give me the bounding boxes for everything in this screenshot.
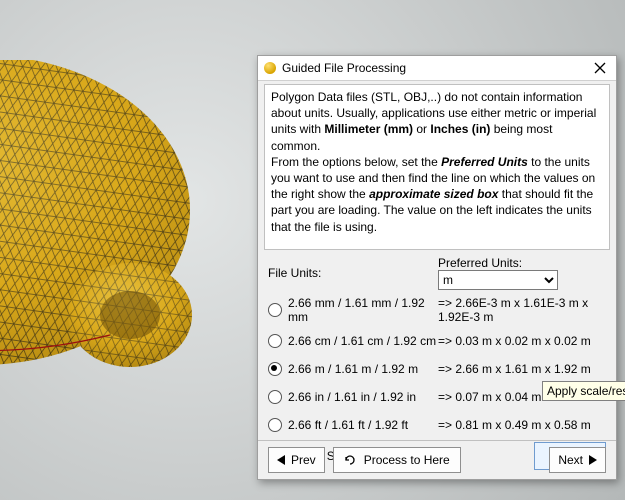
file-units-option-label: 2.66 in / 1.61 in / 1.92 in [288, 390, 416, 404]
file-units-option-4[interactable]: 2.66 ft / 1.61 ft / 1.92 ft [268, 414, 438, 436]
next-button[interactable]: Next [549, 447, 606, 473]
preferred-units-select[interactable]: m [438, 270, 558, 290]
file-units-option-1[interactable]: 2.66 cm / 1.61 cm / 1.92 cm [268, 330, 438, 352]
file-units-option-3[interactable]: 2.66 in / 1.61 in / 1.92 in [268, 386, 438, 408]
close-icon [594, 62, 606, 74]
units-form: File Units: Preferred Units: m 2.66 mm /… [258, 250, 616, 470]
radio-icon [268, 303, 282, 317]
wizard-footer: Prev Process to Here Next [258, 440, 616, 479]
preferred-units-label: Preferred Units: [438, 256, 522, 270]
file-units-option-2[interactable]: 2.66 m / 1.61 m / 1.92 m [268, 358, 438, 380]
close-button[interactable] [590, 62, 610, 74]
arrow-right-icon [589, 455, 597, 465]
instruction-text: Polygon Data files (STL, OBJ,..) do not … [264, 84, 610, 250]
converted-size-2: => 2.66 m x 1.61 m x 1.92 m [438, 362, 606, 376]
prev-button[interactable]: Prev [268, 447, 325, 473]
file-units-option-label: 2.66 mm / 1.61 mm / 1.92 mm [288, 296, 438, 324]
radio-icon [268, 418, 282, 432]
dialog-icon [264, 62, 276, 74]
converted-size-1: => 0.03 m x 0.02 m x 0.02 m [438, 334, 606, 348]
dialog-titlebar[interactable]: Guided File Processing [258, 56, 616, 81]
file-units-option-0[interactable]: 2.66 mm / 1.61 mm / 1.92 mm [268, 299, 438, 321]
radio-icon [268, 362, 282, 376]
converted-size-4: => 0.81 m x 0.49 m x 0.58 m [438, 418, 606, 432]
arrow-left-icon [277, 455, 285, 465]
radio-icon [268, 334, 282, 348]
dialog-title: Guided File Processing [282, 56, 590, 80]
file-units-option-label: 2.66 m / 1.61 m / 1.92 m [288, 362, 418, 376]
polygon-mesh-preview [0, 60, 240, 420]
apply-tooltip: Apply scale/resize to [542, 381, 625, 401]
guided-file-processing-dialog: Guided File Processing Polygon Data file… [257, 55, 617, 480]
file-units-option-label: 2.66 cm / 1.61 cm / 1.92 cm [288, 334, 436, 348]
process-to-here-button[interactable]: Process to Here [333, 447, 461, 473]
3d-viewport[interactable]: Guided File Processing Polygon Data file… [0, 0, 625, 500]
converted-size-0: => 2.66E-3 m x 1.61E-3 m x 1.92E-3 m [438, 296, 606, 324]
file-units-option-label: 2.66 ft / 1.61 ft / 1.92 ft [288, 418, 408, 432]
process-icon [344, 454, 358, 466]
radio-icon [268, 390, 282, 404]
file-units-label: File Units: [268, 266, 321, 280]
